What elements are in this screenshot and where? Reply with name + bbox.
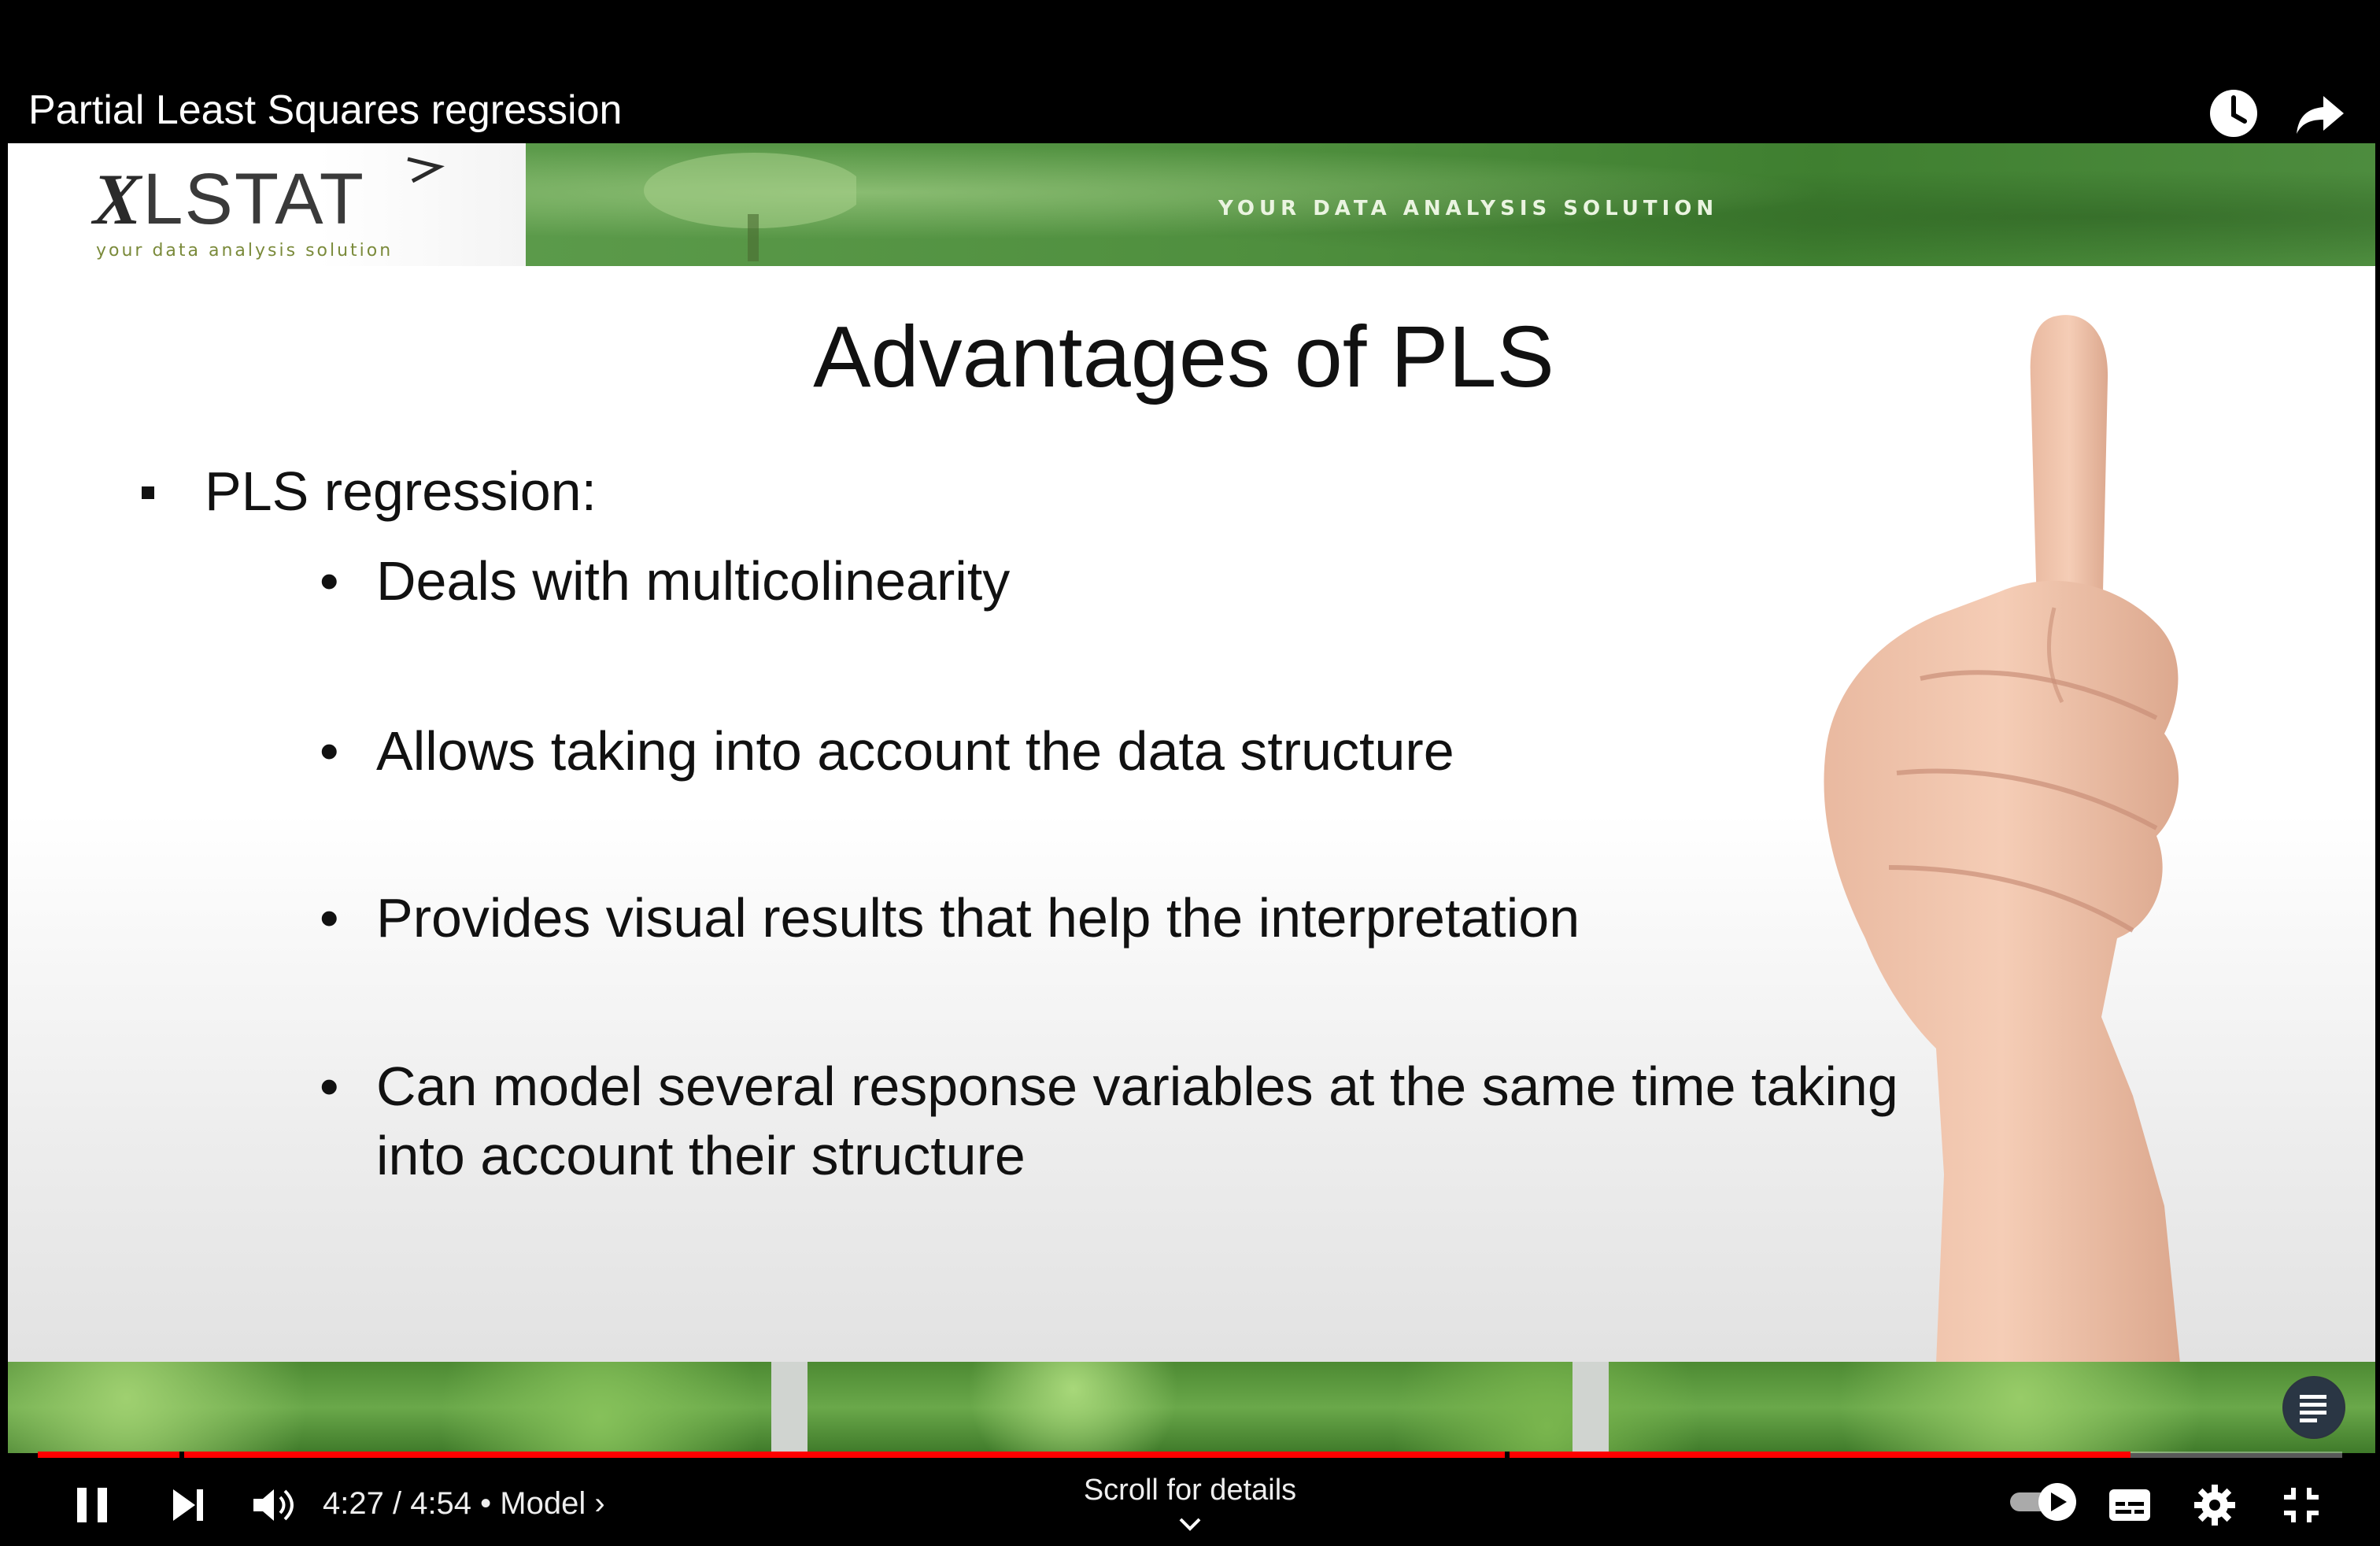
video-title[interactable]: Partial Least Squares regression	[28, 87, 622, 134]
sub-bullet-text: Provides visual results that help the in…	[376, 887, 1580, 949]
sub-bullet-text: Deals with multicolinearity	[376, 550, 1011, 612]
logo-chevron-icon	[407, 157, 445, 183]
chapter-marker	[179, 1452, 184, 1458]
bullet-dot: •	[320, 550, 339, 612]
bullet-dot: •	[320, 720, 339, 782]
pause-icon[interactable]	[69, 1481, 116, 1529]
captions-icon[interactable]	[2106, 1481, 2153, 1529]
share-arrow-icon[interactable]	[2292, 85, 2349, 142]
banner-tagline: YOUR DATA ANALYSIS SOLUTION	[1218, 197, 1719, 220]
volume-icon[interactable]	[249, 1481, 296, 1529]
clock-icon[interactable]	[2205, 85, 2262, 142]
time-display[interactable]: 4:27 / 4:54 • Model ›	[323, 1486, 605, 1522]
video-frame-slide: XLSTAT your data analysis solution YOUR …	[8, 143, 2375, 1362]
bullet-dot: •	[320, 1056, 339, 1117]
gear-icon[interactable]	[2191, 1481, 2238, 1529]
logo-letter-x: X	[93, 159, 143, 239]
chapters-list-icon[interactable]	[2282, 1376, 2345, 1439]
strip-divider	[771, 1362, 808, 1453]
tree-illustration	[644, 153, 856, 261]
leaf-strip-bottom	[8, 1362, 2375, 1453]
xlstat-logo: XLSTAT your data analysis solution	[8, 143, 526, 266]
sub-bullet-text: Can model several response variables at …	[376, 1056, 1898, 1186]
sub-bullet: • Can model several response variables at…	[320, 1052, 1911, 1190]
chevron-down-icon[interactable]	[1176, 1513, 1204, 1537]
next-icon[interactable]	[165, 1481, 213, 1529]
slide-header: XLSTAT your data analysis solution YOUR …	[8, 143, 2375, 266]
progress-bar[interactable]	[38, 1452, 2342, 1458]
sub-bullet: • Deals with multicolinearity	[320, 546, 1872, 616]
scroll-for-details[interactable]: Scroll for details	[1033, 1474, 1347, 1507]
sub-bullet: • Allows taking into account the data str…	[320, 716, 1872, 786]
square-bullet-icon	[142, 486, 154, 499]
video-player[interactable]: Partial Least Squares regression XLSTAT …	[0, 0, 2380, 1546]
main-bullet: PLS regression:	[142, 460, 597, 523]
slide-banner: YOUR DATA ANALYSIS SOLUTION	[526, 143, 2375, 266]
logo-tagline: your data analysis solution	[96, 241, 394, 261]
progress-played	[38, 1452, 2131, 1458]
bullet-dot: •	[320, 887, 339, 949]
strip-divider	[1572, 1362, 1609, 1453]
sub-bullet-text: Allows taking into account the data stru…	[376, 720, 1454, 782]
autoplay-toggle-icon[interactable]	[2007, 1478, 2082, 1526]
player-controls: 4:27 / 4:54 • Model › Scroll for details	[0, 1458, 2380, 1546]
thumbs-up-hand-image	[1824, 315, 2180, 1362]
sub-bullet: • Provides visual results that help the i…	[320, 883, 1872, 952]
exit-fullscreen-icon[interactable]	[2278, 1481, 2325, 1529]
main-bullet-text: PLS regression:	[205, 460, 597, 522]
chapter-marker	[1505, 1452, 1510, 1458]
logo-letters: LSTAT	[142, 159, 366, 239]
